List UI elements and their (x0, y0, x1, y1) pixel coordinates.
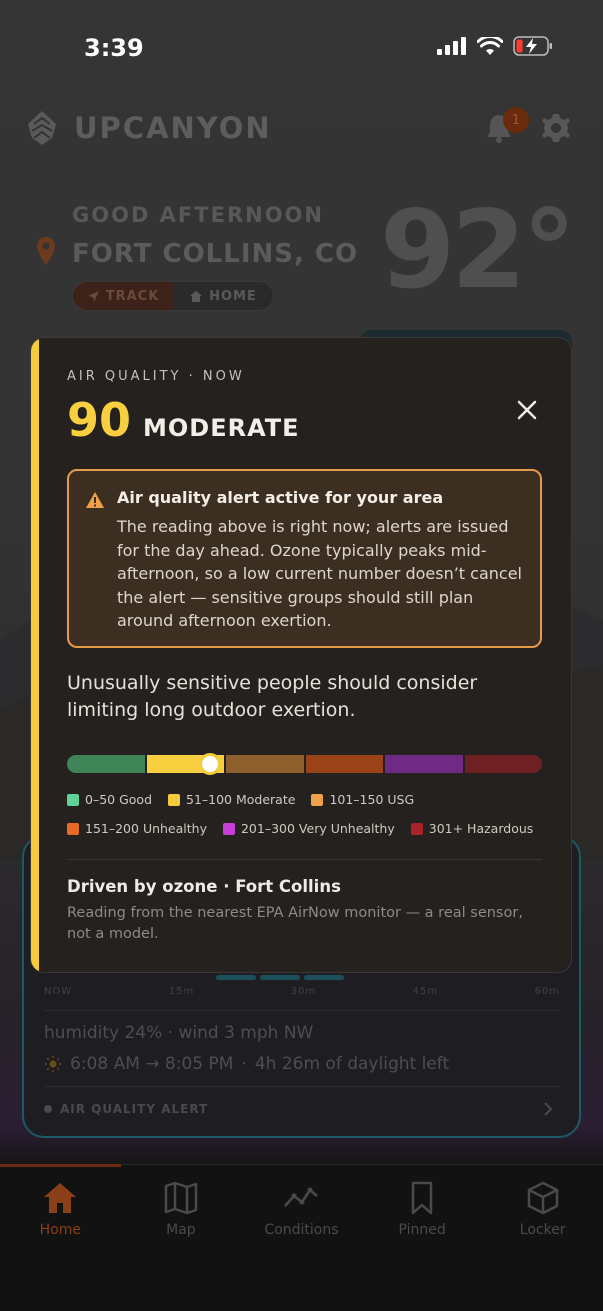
brand: UPCANYON (22, 108, 272, 148)
mode-home-label: HOME (209, 288, 257, 304)
tab-home-label: Home (39, 1222, 81, 1238)
legend-item: 301+ Hazardous (410, 821, 534, 836)
location-pin-icon (37, 237, 55, 265)
mode-track-button[interactable]: TRACK (73, 282, 173, 310)
close-button[interactable] (511, 394, 543, 426)
aqi-scale-segment (462, 755, 542, 773)
weather-meta: humidity 24% · wind 3 mph NW (44, 1023, 314, 1043)
brand-name: UPCANYON (74, 111, 272, 145)
tab-locker-label: Locker (519, 1222, 566, 1238)
greeting: GOOD AFTERNOON (72, 203, 324, 227)
conditions-icon (284, 1187, 319, 1207)
legend-swatch (222, 822, 235, 835)
legend-item: 201–300 Very Unhealthy (222, 821, 395, 836)
daylight-left: 4h 26m of daylight left (254, 1054, 450, 1074)
aqi-scale-segment (303, 755, 383, 773)
wifi-icon (477, 36, 503, 55)
notification-badge: 1 (503, 107, 529, 133)
sunrise-sunset: 6:08 AM → 8:05 PM (70, 1054, 234, 1074)
air-quality-modal: AIR QUALITY · NOW 90 MODERATE Air qualit… (30, 337, 572, 973)
cube-icon (527, 1181, 558, 1215)
alert-dot-icon (44, 1105, 52, 1113)
aqi-headline: 90 MODERATE (67, 393, 300, 447)
alert-body: The reading above is right now; alerts a… (117, 517, 522, 630)
mode-track-label: TRACK (105, 288, 160, 304)
gear-icon[interactable] (540, 112, 572, 144)
home-icon (44, 1183, 77, 1213)
legend-label: 51–100 Moderate (186, 792, 296, 807)
aqi-legend: 0–50 Good 51–100 Moderate 101–150 USG 151–2… (67, 792, 547, 836)
temperature: 92° (380, 188, 576, 313)
chevron-right-icon[interactable] (542, 1101, 554, 1117)
legend-swatch (67, 822, 79, 835)
air-quality-alert-row[interactable]: AIR QUALITY ALERT (44, 1102, 208, 1116)
status-bar: 3:39 (0, 0, 603, 96)
bookmark-icon (411, 1181, 433, 1215)
legend-swatch (168, 793, 180, 806)
modal-accent-bar (31, 338, 39, 972)
sun-icon (45, 1056, 61, 1072)
air-quality-alert-label: AIR QUALITY ALERT (60, 1102, 209, 1116)
legend-label: 0–50 Good (85, 792, 152, 807)
aqi-category: MODERATE (143, 414, 300, 442)
status-icons (437, 36, 553, 56)
modal-divider (67, 859, 542, 860)
tabs: Home Map Conditions Pinned Locker (0, 1180, 603, 1238)
modal-kicker: AIR QUALITY · NOW (67, 369, 245, 384)
city-name: FORT COLLINS, CO (72, 239, 359, 269)
source-title: Driven by ozone · Fort Collins (67, 877, 341, 896)
alert-title: Air quality alert active for your area (117, 488, 444, 507)
battery-charging-icon (513, 36, 552, 56)
tab-home[interactable]: Home (0, 1180, 121, 1238)
tab-pinned-label: Pinned (398, 1222, 446, 1238)
tab-map[interactable]: Map (121, 1180, 242, 1238)
aqi-scale-segment (67, 755, 145, 773)
close-icon (517, 400, 537, 420)
legend-label: 301+ Hazardous (428, 821, 534, 836)
tab-map-label: Map (166, 1222, 196, 1238)
active-tab-indicator (0, 1164, 121, 1167)
legend-item: 151–200 Unhealthy (67, 821, 207, 836)
legend-item: 0–50 Good (67, 792, 152, 807)
legend-swatch (410, 822, 423, 835)
pinecone-logo-icon (28, 111, 56, 145)
legend-label: 151–200 Unhealthy (85, 821, 207, 836)
legend-item: 101–150 USG (311, 792, 414, 807)
tab-locker[interactable]: Locker (482, 1180, 603, 1238)
legend-item: 51–100 Moderate (168, 792, 295, 807)
legend-swatch (311, 793, 324, 806)
sun-times: 6:08 AM → 8:05 PM · 4h 26m of daylight l… (44, 1054, 449, 1074)
signal-icon (437, 37, 466, 55)
legend-swatch (67, 793, 79, 806)
aqi-scale-segment (383, 755, 463, 773)
health-advice: Unusually sensitive people should consid… (67, 672, 478, 721)
house-icon (190, 290, 203, 302)
tab-conditions-label: Conditions (264, 1222, 339, 1238)
aqi-scale-marker (198, 753, 221, 775)
timeline-tick: 30m (290, 986, 317, 997)
legend-label: 101–150 USG (329, 792, 415, 807)
navigation-arrow-icon (87, 290, 99, 302)
timeline-ticks: NOW 15m 30m 45m 60m (44, 986, 560, 997)
map-icon (164, 1181, 198, 1215)
alert-callout: Air quality alert active for your area T… (67, 469, 542, 648)
tab-pinned[interactable]: Pinned (362, 1180, 483, 1238)
mode-home-button[interactable]: HOME (173, 282, 273, 310)
timeline-tick: 15m (168, 986, 195, 997)
timeline-tick: 45m (412, 986, 439, 997)
source-description: Reading from the nearest EPA AirNow moni… (67, 905, 523, 942)
tab-conditions[interactable]: Conditions (241, 1180, 362, 1238)
legend-label: 201–300 Very Unhealthy (240, 821, 395, 836)
card-divider (44, 1086, 560, 1087)
timeline-tick: NOW (44, 986, 73, 997)
status-time: 3:39 (84, 34, 144, 62)
warning-icon (86, 492, 104, 508)
mode-toggle: TRACK HOME (72, 281, 274, 311)
card-divider (44, 1010, 560, 1011)
precip-timeline-bars (216, 975, 344, 980)
aqi-value: 90 (67, 393, 132, 447)
aqi-scale (67, 755, 542, 773)
aqi-scale-segment (224, 755, 304, 773)
timeline-tick: 60m (534, 986, 560, 997)
